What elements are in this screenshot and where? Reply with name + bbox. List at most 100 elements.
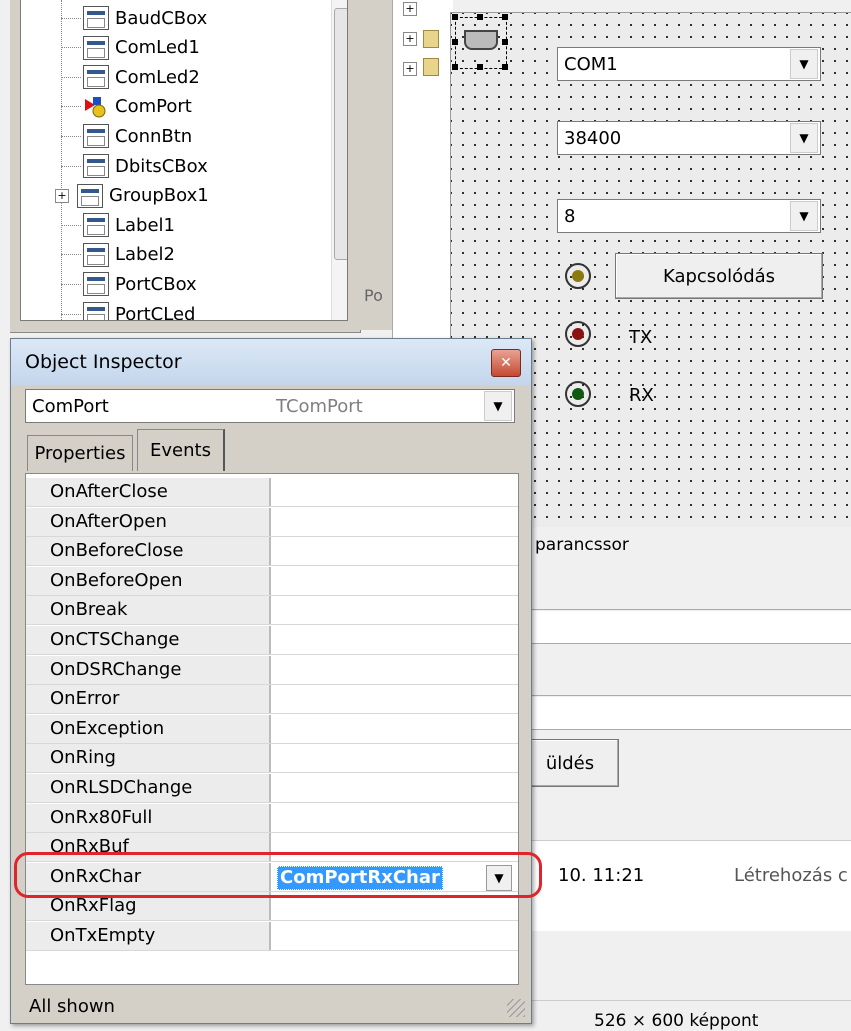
component-icon (83, 272, 109, 297)
send-button[interactable]: üldés (521, 739, 619, 787)
component-icon (83, 213, 109, 238)
object-inspector-titlebar[interactable]: Object Inspector ✕ (11, 339, 531, 385)
tree-connector (61, 313, 81, 315)
event-row[interactable]: OnDSRChange (26, 655, 518, 685)
event-row[interactable]: OnRxBuf (26, 833, 518, 863)
event-row[interactable]: OnRx80Full (26, 803, 518, 833)
object-inspector-window[interactable]: Object Inspector ✕ ComPort TComPort ▼ Pr… (10, 338, 532, 1024)
event-name: OnRing (26, 744, 271, 773)
event-value[interactable] (273, 537, 518, 565)
tree-item-label: Label2 (115, 244, 176, 266)
folder-icon (423, 58, 439, 76)
received-output[interactable] (531, 697, 851, 730)
databits-combobox[interactable]: 8 ▼ (557, 199, 821, 233)
events-grid[interactable]: OnAfterClose OnAfterOpen OnBeforeClose OnBe… (25, 473, 519, 985)
tab-properties[interactable]: Properties (27, 435, 133, 471)
event-row[interactable]: OnCTSChange (26, 626, 518, 655)
event-row[interactable]: OnRing (26, 744, 518, 774)
chevron-down-icon[interactable]: ▼ (484, 391, 512, 421)
databits-combobox-value: 8 (564, 205, 576, 227)
tree-item[interactable]: BaudCBox (61, 4, 207, 32)
expand-icon[interactable]: + (403, 62, 417, 76)
structure-panel-edge: Po (360, 0, 393, 330)
event-value[interactable] (273, 685, 518, 713)
component-icon (77, 183, 103, 208)
tree-item[interactable]: PortCLed (61, 300, 195, 320)
connect-button[interactable]: Kapcsolódás (615, 253, 823, 299)
structure-partial-label: Po (364, 286, 383, 305)
event-value[interactable] (273, 567, 518, 595)
event-value[interactable] (273, 922, 518, 950)
port-combobox[interactable]: COM1 ▼ (557, 47, 821, 81)
tab-events[interactable]: Events (137, 429, 225, 471)
event-value[interactable] (273, 892, 518, 920)
event-value[interactable] (273, 715, 518, 743)
tree-item[interactable]: Label1 (61, 211, 175, 239)
component-selector[interactable]: ComPort TComPort ▼ (25, 389, 515, 423)
component-icon (83, 154, 109, 178)
event-row[interactable]: OnError (26, 685, 518, 715)
expand-icon[interactable]: + (403, 32, 417, 46)
tree-connector (61, 254, 81, 256)
event-name: OnException (26, 714, 271, 743)
chevron-down-icon[interactable]: ▼ (790, 123, 818, 153)
expand-icon[interactable]: + (55, 188, 69, 203)
event-row[interactable]: OnRLSDChange (26, 774, 518, 803)
tree-item[interactable]: ComLed1 (61, 34, 200, 62)
expand-icon[interactable]: + (403, 2, 417, 16)
event-row[interactable]: OnBeforeClose (26, 537, 518, 567)
event-name: OnRxFlag (26, 892, 271, 921)
event-row[interactable]: OnRxFlag (26, 892, 518, 922)
window-title: Object Inspector (25, 351, 182, 373)
component-icon (83, 65, 109, 90)
event-value[interactable] (273, 804, 518, 832)
chevron-down-icon[interactable]: ▼ (790, 49, 818, 79)
baud-combobox[interactable]: 38400 ▼ (557, 121, 821, 155)
tree-scrollbar-thumb[interactable] (334, 8, 347, 260)
tree-item[interactable]: + GroupBox1 (55, 182, 209, 210)
tree-item[interactable]: ComLed2 (61, 63, 200, 91)
tree-item[interactable]: DbitsCBox (61, 152, 208, 180)
event-name: OnCTSChange (26, 626, 271, 654)
event-row[interactable]: OnAfterClose (26, 478, 518, 507)
event-value[interactable] (273, 774, 518, 802)
event-value[interactable] (273, 508, 518, 536)
tree-item[interactable]: ConnBtn (61, 122, 192, 150)
tree-item-label: GroupBox1 (109, 185, 209, 207)
command-input[interactable] (531, 611, 851, 644)
tree-connector (61, 224, 81, 226)
object-tree: BaudCBox ComLed1 ComLed2 ComPort ConnBtn Dbit… (20, 0, 348, 321)
event-value[interactable] (273, 596, 518, 624)
port-combobox-value: COM1 (564, 53, 618, 75)
tree-item-label: BaudCBox (115, 7, 208, 29)
comport-component-selection[interactable] (452, 14, 508, 70)
tree-item-label: Label1 (115, 214, 176, 236)
event-value[interactable] (273, 656, 518, 684)
event-row[interactable]: OnBeforeOpen (26, 566, 518, 596)
tree-item[interactable]: Label2 (61, 241, 175, 269)
tree-item[interactable]: ComPort (61, 93, 192, 121)
event-handler-value[interactable]: ComPortRxChar (277, 865, 443, 890)
event-name: OnBeforeOpen (26, 566, 271, 595)
tree-item[interactable]: PortCBox (61, 270, 197, 298)
event-value[interactable]: ComPortRxChar ▼ (273, 862, 518, 891)
event-value[interactable] (273, 744, 518, 772)
event-row[interactable]: OnRxChar ComPortRxChar ▼ (26, 862, 518, 892)
tree-item-label: ConnBtn (115, 125, 193, 147)
event-row[interactable]: OnException (26, 714, 518, 744)
event-value[interactable] (273, 626, 518, 654)
tree-connector (61, 76, 81, 78)
rx-led-icon (565, 381, 591, 407)
event-row[interactable]: OnTxEmpty (26, 922, 518, 951)
event-name: OnDSRChange (26, 655, 271, 684)
chevron-down-icon[interactable]: ▼ (790, 201, 818, 231)
event-row[interactable]: OnBreak (26, 596, 518, 626)
event-value[interactable] (273, 833, 518, 861)
close-icon[interactable]: ✕ (491, 349, 521, 377)
resize-grip-icon[interactable] (507, 999, 525, 1017)
chevron-down-icon[interactable]: ▼ (486, 864, 512, 891)
folder-icon (423, 30, 439, 48)
event-row[interactable]: OnAfterOpen (26, 507, 518, 537)
event-value[interactable] (273, 478, 518, 506)
tree-item-label: ComLed2 (115, 66, 200, 88)
